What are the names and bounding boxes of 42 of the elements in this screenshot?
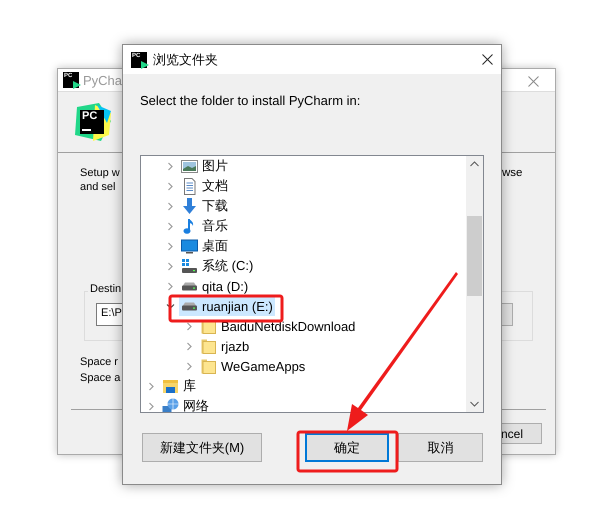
space-text: Space r <box>80 356 118 368</box>
drive-icon <box>181 302 198 310</box>
dialog-title: 浏览文件夹 <box>153 50 218 68</box>
tree-item[interactable]: 桌面 <box>179 236 230 256</box>
dialog-button[interactable]: 新建文件夹(M) <box>142 433 262 462</box>
drive-icon <box>181 258 198 274</box>
scrollbar[interactable] <box>466 156 483 412</box>
space-text: Space a <box>80 372 120 384</box>
tree-item[interactable]: rjazb <box>198 336 252 356</box>
picture-icon <box>181 158 198 174</box>
tree-item[interactable]: BaiduNetdiskDownload <box>198 316 358 336</box>
chevron-icon[interactable] <box>166 302 175 310</box>
tree-item[interactable]: 文档 <box>179 176 230 196</box>
intro-text: and sel <box>80 181 116 193</box>
window-title: PyCha <box>83 73 122 88</box>
drive-icon <box>181 282 198 290</box>
tree-item[interactable]: ruanjian (E:) <box>179 296 275 316</box>
group-label: Destin <box>88 283 124 295</box>
tree-item[interactable]: 下载 <box>179 196 230 216</box>
tree-item[interactable]: 系统 (C:) <box>179 256 256 276</box>
close-icon[interactable] <box>482 54 493 65</box>
dialog-button[interactable]: 确定 <box>305 433 389 462</box>
down-arrow-icon <box>181 198 198 214</box>
document-icon <box>181 178 198 194</box>
scroll-up-icon[interactable] <box>470 161 479 167</box>
dialog-button[interactable]: 取消 <box>398 433 483 462</box>
tree-item[interactable]: 音乐 <box>179 216 230 236</box>
intro-text: wse <box>502 167 522 179</box>
prompt-text: Select the folder to install PyCharm in: <box>140 93 362 108</box>
chevron-icon[interactable] <box>185 322 194 330</box>
intro-text: Setup w <box>80 167 120 179</box>
tree-item[interactable]: qita (D:) <box>179 276 250 296</box>
tree-item[interactable]: 图片 <box>179 156 230 176</box>
tree-item[interactable]: WeGameApps <box>198 356 308 376</box>
folder-icon <box>200 358 217 374</box>
folder-icon <box>200 338 217 354</box>
scroll-down-icon[interactable] <box>470 401 479 407</box>
tree-item[interactable]: 库 <box>160 376 198 396</box>
library-icon <box>162 378 179 394</box>
monitor-icon <box>181 238 198 254</box>
tree-item[interactable]: 网络 <box>160 396 211 412</box>
logo-text: PC <box>82 110 98 122</box>
